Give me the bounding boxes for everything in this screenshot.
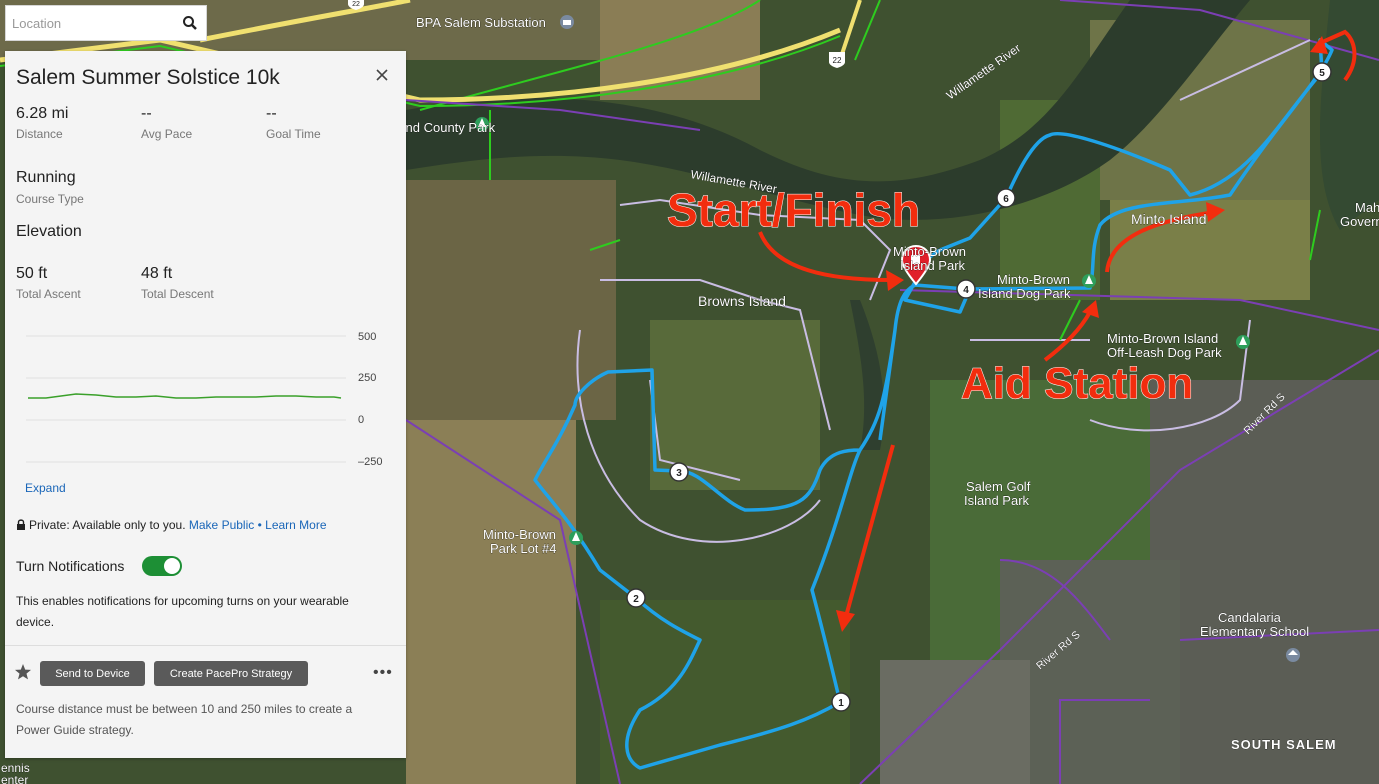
y-tick-250: 250 (358, 372, 377, 384)
map-label-tennis-2: enter (1, 773, 28, 784)
svg-text:4: 4 (963, 285, 969, 296)
stat-value: 48 ft (141, 265, 173, 282)
map-label-lot-1: Minto-Brown (483, 527, 556, 542)
y-tick-500: 500 (358, 331, 377, 343)
privacy-separator: • (257, 518, 262, 532)
map-label-island-park: Island Park (900, 258, 966, 273)
map-label-bpa: BPA Salem Substation (416, 15, 546, 30)
lock-icon (17, 519, 25, 530)
divider (5, 645, 406, 646)
elevation-chart[interactable]: 500 250 0 –250 (16, 331, 401, 471)
stat-total-ascent: 50 ft Total Ascent (16, 265, 81, 301)
annotation-aid-station: Aid Station (961, 359, 1193, 408)
toggle-knob (164, 558, 180, 574)
park-icon (1236, 335, 1250, 349)
map-label-lot-2: Park Lot #4 (490, 541, 557, 556)
svg-text:1: 1 (838, 698, 844, 709)
svg-text:6: 6 (1003, 194, 1009, 205)
stat-value: 6.28 mi (16, 105, 69, 122)
school-icon (1286, 648, 1300, 662)
map-label-candalaria-1: Candalaria (1218, 610, 1282, 625)
map-label-browns-island: Browns Island (698, 293, 786, 309)
stat-distance: 6.28 mi Distance (16, 105, 68, 141)
svg-text:5: 5 (1319, 68, 1325, 79)
map-label-minto-brown: Minto-Brown (893, 244, 966, 259)
elevation-heading: Elevation (16, 223, 82, 240)
map-label-golf-1: Salem Golf (966, 479, 1031, 494)
elevation-profile-line (28, 393, 342, 399)
waypoint-4[interactable]: 4 (956, 279, 976, 299)
stat-value: -- (141, 105, 152, 122)
stat-label: Distance (16, 127, 63, 141)
map-label-dog-park-1: Minto-Brown (997, 272, 1070, 287)
notifications-description: This enables notifications for upcoming … (16, 594, 349, 629)
waypoint-2[interactable]: 2 (626, 588, 646, 608)
map-label-offleash-1: Minto-Brown Island (1107, 331, 1218, 346)
stat-value: -- (266, 105, 277, 122)
star-icon[interactable] (14, 663, 32, 681)
more-options-icon[interactable]: ••• (373, 664, 393, 682)
stat-label: Goal Time (266, 127, 321, 141)
park-icon (1082, 274, 1096, 288)
course-type-value: Running (16, 169, 76, 186)
turn-notifications-toggle[interactable] (142, 556, 182, 576)
waypoint-6[interactable]: 6 (996, 188, 1016, 208)
stat-avg-pace: -- Avg Pace (141, 105, 192, 141)
turn-notifications-label: Turn Notifications (16, 558, 125, 574)
create-pacepro-button[interactable]: Create PacePro Strategy (154, 661, 308, 686)
expand-link[interactable]: Expand (25, 481, 66, 495)
map-label-minto-island: Minto Island (1131, 211, 1206, 227)
make-public-link[interactable]: Make Public (189, 518, 254, 532)
svg-text:2: 2 (633, 594, 639, 605)
government-icon (560, 15, 574, 29)
stat-label: Total Descent (141, 287, 214, 301)
map-label-governor-1: Mah (1355, 200, 1379, 215)
map-label-golf-2: Island Park (964, 493, 1030, 508)
location-search-box (5, 5, 207, 41)
map-label-offleash-2: Off-Leash Dog Park (1107, 345, 1222, 360)
map-label-south-salem: SOUTH SALEM (1231, 737, 1337, 752)
course-title: Salem Summer Solstice 10k (16, 66, 280, 89)
location-search-input[interactable] (6, 6, 188, 40)
stat-goal-time: -- Goal Time (266, 105, 321, 141)
svg-text:22: 22 (352, 1, 360, 8)
privacy-row: Private: Available only to you. Make Pub… (16, 518, 327, 532)
waypoint-3[interactable]: 3 (669, 462, 689, 482)
map-label-candalaria-2: Elementary School (1200, 624, 1309, 639)
waypoint-1[interactable]: 1 (831, 692, 851, 712)
annotation-start-finish: Start/Finish (667, 184, 920, 236)
park-icon (569, 531, 583, 545)
map-label-dog-park-2: Island Dog Park (978, 286, 1071, 301)
course-type-label: Course Type (16, 192, 84, 206)
power-guide-note: Course distance must be between 10 and 2… (16, 702, 353, 737)
stat-label: Avg Pace (141, 127, 193, 141)
course-details-panel: Salem Summer Solstice 10k 6.28 mi Distan… (5, 51, 406, 758)
stat-value: 50 ft (16, 265, 48, 282)
stat-total-descent: 48 ft Total Descent (141, 265, 214, 301)
svg-text:22: 22 (833, 56, 842, 65)
close-icon[interactable] (373, 66, 391, 84)
map-label-governor-2: Governor's (1340, 214, 1379, 229)
y-tick-0: 0 (358, 414, 365, 426)
privacy-text: Private: Available only to you. (29, 518, 186, 532)
y-tick-minus-250: –250 (358, 456, 383, 468)
search-icon[interactable] (182, 15, 198, 31)
send-to-device-button[interactable]: Send to Device (40, 661, 145, 686)
svg-text:3: 3 (676, 468, 682, 479)
stat-label: Total Ascent (16, 287, 81, 301)
waypoint-5[interactable]: 5 (1312, 62, 1332, 82)
learn-more-link[interactable]: Learn More (265, 518, 326, 532)
